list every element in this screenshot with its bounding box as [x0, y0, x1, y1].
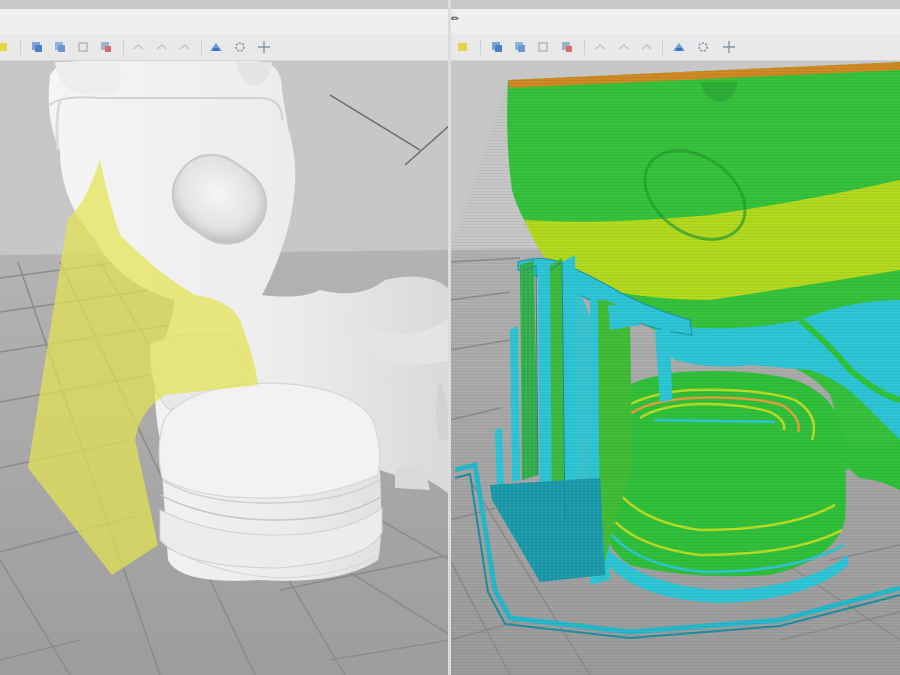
toolbar-divider	[20, 40, 21, 55]
toolbar-divider	[123, 40, 124, 55]
add-object-icon[interactable]	[456, 40, 470, 54]
window-menu-icon[interactable]: ✏	[451, 15, 459, 25]
copy-icon[interactable]	[53, 40, 67, 54]
viewport-scene	[450, 61, 900, 675]
main-toolbar	[450, 34, 900, 61]
layers-icon[interactable]	[209, 40, 223, 54]
delete-icon[interactable]	[99, 40, 113, 54]
pane-divider	[448, 0, 451, 675]
move-icon[interactable]	[257, 40, 271, 54]
delete-icon[interactable]	[560, 40, 574, 54]
redo-icon[interactable]	[155, 40, 169, 54]
move-icon[interactable]	[722, 40, 736, 54]
paste-icon[interactable]	[76, 40, 90, 54]
undo-icon[interactable]	[594, 40, 608, 54]
toolbar-divider	[584, 40, 585, 55]
redo-icon[interactable]	[617, 40, 631, 54]
settings-icon[interactable]	[233, 40, 247, 54]
undo-icon[interactable]	[132, 40, 146, 54]
model-view-pane: ›	[0, 0, 450, 675]
search-icon[interactable]	[640, 40, 654, 54]
slice-preview-pane: ✏	[450, 0, 900, 675]
screenshot-comparison: ›	[0, 0, 900, 675]
toolbar-top-strip	[0, 9, 450, 34]
window-titlebar	[450, 0, 900, 9]
arrange-icon[interactable]	[490, 40, 504, 54]
toolbar-divider	[480, 40, 481, 55]
settings-icon[interactable]	[696, 40, 710, 54]
window-titlebar	[0, 0, 450, 9]
arrange-icon[interactable]	[30, 40, 44, 54]
toolbar-divider	[662, 40, 663, 55]
layers-icon[interactable]	[672, 40, 686, 54]
3d-viewport[interactable]	[0, 61, 450, 675]
copy-icon[interactable]	[513, 40, 527, 54]
add-object-icon[interactable]	[0, 40, 10, 54]
main-toolbar	[0, 34, 450, 61]
viewport-scene	[0, 61, 450, 675]
toolbar-top-strip	[450, 9, 900, 34]
3d-viewport[interactable]	[450, 61, 900, 675]
toolbar-divider	[201, 40, 202, 55]
paste-icon[interactable]	[536, 40, 550, 54]
search-icon[interactable]	[178, 40, 192, 54]
